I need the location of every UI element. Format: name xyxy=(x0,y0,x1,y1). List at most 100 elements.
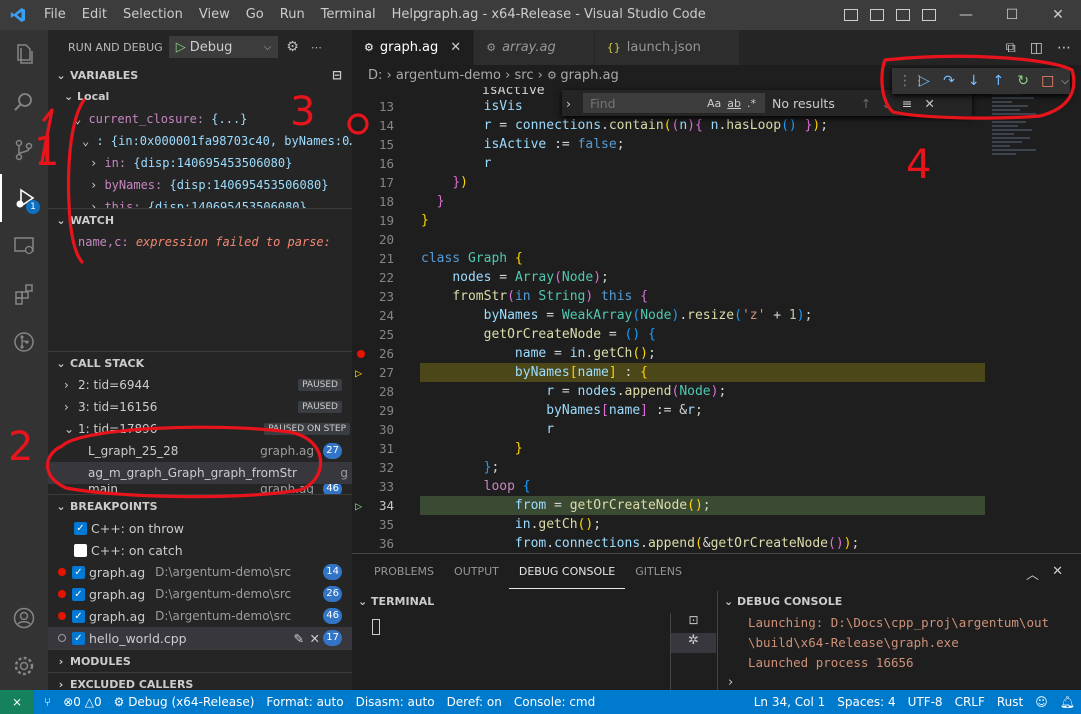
close-icon[interactable]: ✕ xyxy=(1035,0,1081,30)
close-panel-icon[interactable]: ✕ xyxy=(1052,564,1063,579)
stack-frame[interactable]: ag_m_graph_Graph_graph_fromStr g xyxy=(48,462,352,484)
step-out-icon[interactable]: ↑ xyxy=(986,73,1011,89)
restart-icon[interactable]: ↻ xyxy=(1011,73,1036,89)
debug-config-status[interactable]: ⚙ Debug (x64-Release) xyxy=(108,695,261,709)
breakpoint-item[interactable]: C++: on catch xyxy=(48,539,352,561)
variable-row[interactable]: ⌄ current_closure: {...} xyxy=(48,108,352,130)
account-icon[interactable] xyxy=(0,594,48,642)
menu-go[interactable]: Go xyxy=(238,0,272,30)
more-actions-icon[interactable]: ⋯ xyxy=(1057,40,1071,56)
match-whole-word-icon[interactable]: ab xyxy=(727,97,741,110)
breadcrumb-item[interactable]: graph.ag xyxy=(560,68,618,83)
cursor-position[interactable]: Ln 34, Col 1 xyxy=(748,695,832,709)
match-case-icon[interactable]: Aa xyxy=(707,97,721,110)
find-in-selection-icon[interactable]: ≡ xyxy=(902,96,912,111)
watch-expression[interactable]: name,c: expression failed to parse: xyxy=(48,231,352,351)
tab-launch-json[interactable]: {} launch.json xyxy=(594,30,740,65)
step-over-icon[interactable]: ↷ xyxy=(937,73,962,89)
breakpoint-dot-icon[interactable] xyxy=(357,350,365,358)
breadcrumb-item[interactable]: src xyxy=(515,68,534,83)
debug-config-select[interactable]: ▷ Debug ⌵ xyxy=(168,36,279,58)
menu-terminal[interactable]: Terminal xyxy=(313,0,384,30)
checkbox-checked[interactable]: ✓ xyxy=(72,609,85,623)
tab-debug-console[interactable]: DEBUG CONSOLE xyxy=(508,554,626,589)
collapse-all-icon[interactable]: ⊟ xyxy=(332,68,342,82)
stop-icon[interactable]: □ xyxy=(1035,73,1060,89)
modules-section-header[interactable]: › MODULES xyxy=(48,650,352,672)
eol-status[interactable]: CRLF xyxy=(949,695,991,709)
remote-indicator-icon[interactable]: ⨯ xyxy=(0,690,34,714)
continue-icon[interactable]: ▷ xyxy=(912,73,937,89)
powershell-icon[interactable]: ⊡ xyxy=(671,613,716,633)
feedback-icon[interactable]: ☺ xyxy=(1029,695,1054,709)
maximize-icon[interactable]: ☐ xyxy=(989,0,1035,30)
checkbox-checked[interactable]: ✓ xyxy=(74,521,87,535)
thread-row[interactable]: › 2: tid=6944 PAUSED xyxy=(48,374,352,396)
variables-section-header[interactable]: ⌄ VARIABLES ⊟ xyxy=(48,64,352,86)
tab-gitlens[interactable]: GITLENS xyxy=(625,554,692,589)
menu-run[interactable]: Run xyxy=(272,0,313,30)
watch-section-header[interactable]: ⌄ WATCH xyxy=(48,209,352,231)
language-mode[interactable]: Rust xyxy=(991,695,1029,709)
format-status[interactable]: Format: auto xyxy=(260,695,349,709)
source-control-icon[interactable] xyxy=(0,126,48,174)
variable-row[interactable]: › in: {disp:140695453506080} xyxy=(48,152,352,174)
deref-status[interactable]: Deref: on xyxy=(441,695,508,709)
breakpoint-item[interactable]: ✓ graph.ag D:\argentum-demo\src 46 xyxy=(48,605,352,627)
checkbox-checked[interactable]: ✓ xyxy=(72,587,85,601)
breakpoint-item[interactable]: ✓ hello_world.cpp ✎ ✕ 17 xyxy=(48,627,352,649)
breakpoints-section-header[interactable]: ⌄ BREAKPOINTS xyxy=(48,495,352,517)
variable-row[interactable]: › this: {disp:140695453506080} xyxy=(48,196,352,208)
debug-console-header[interactable]: ⌄ DEBUG CONSOLE xyxy=(718,591,1081,613)
more-actions-icon[interactable]: ⋯ xyxy=(311,41,322,54)
run-and-debug-icon[interactable]: 1 xyxy=(0,174,48,222)
checkbox-checked[interactable]: ✓ xyxy=(72,631,85,645)
menu-view[interactable]: View xyxy=(191,0,238,30)
terminal-header[interactable]: ⌄ TERMINAL xyxy=(352,591,670,613)
minimize-icon[interactable]: — xyxy=(943,0,989,30)
search-icon[interactable] xyxy=(0,78,48,126)
excluded-callers-section-header[interactable]: › EXCLUDED CALLERS xyxy=(48,673,352,691)
scope-local[interactable]: ⌄ Local xyxy=(48,86,352,108)
toggle-primary-sidebar-icon[interactable] xyxy=(844,9,858,21)
breakpoint-item[interactable]: ✓ graph.ag D:\argentum-demo\src 14 xyxy=(48,561,352,583)
menu-selection[interactable]: Selection xyxy=(115,0,191,30)
thread-row[interactable]: ⌄ 1: tid=17896 PAUSED ON STEP xyxy=(48,418,352,440)
tab-graph-ag[interactable]: ⚙ graph.ag ✕ xyxy=(352,30,475,65)
stack-frame[interactable]: L_graph_25_28 graph.ag 27 xyxy=(48,440,352,462)
tab-array-ag[interactable]: ⚙ array.ag xyxy=(474,30,595,65)
extensions-icon[interactable] xyxy=(0,270,48,318)
chevron-down-icon[interactable]: ⌵ xyxy=(1060,76,1070,87)
toggle-replace-chevron-icon[interactable]: › xyxy=(566,96,571,111)
checkbox-unchecked[interactable] xyxy=(74,543,87,557)
thread-row[interactable]: › 3: tid=16156 PAUSED xyxy=(48,396,352,418)
debug-bug-icon[interactable]: ✲ xyxy=(671,633,716,653)
drag-handle-icon[interactable]: ⋮⋮ xyxy=(898,73,926,89)
manage-gear-icon[interactable] xyxy=(0,642,48,690)
variable-row[interactable]: › byNames: {disp:140695453506080} xyxy=(48,174,352,196)
open-changes-icon[interactable]: ⧉ xyxy=(1006,40,1016,56)
toggle-panel-icon[interactable] xyxy=(870,9,884,21)
debug-console-pane[interactable]: ⌄ DEBUG CONSOLE Launching: D:\Docs\cpp_p… xyxy=(717,591,1081,691)
problems-indicator[interactable]: ⊗0 △0 xyxy=(57,695,107,709)
split-editor-icon[interactable]: ◫ xyxy=(1030,40,1043,56)
git-graph-icon[interactable]: ⑂ xyxy=(38,695,57,709)
stack-frame[interactable]: main graph.ag 46 xyxy=(48,484,352,494)
open-launch-json-gear-icon[interactable]: ⚙ xyxy=(286,39,299,55)
code-editor[interactable]: isActive 13 isVis 14 r = connections.con… xyxy=(352,87,1081,553)
breadcrumb-item[interactable]: argentum-demo xyxy=(396,68,501,83)
terminal-pane[interactable]: ⌄ TERMINAL xyxy=(352,591,670,691)
encoding-status[interactable]: UTF-8 xyxy=(902,695,949,709)
start-debugging-icon[interactable]: ▷ xyxy=(176,40,186,55)
previous-match-icon[interactable]: ↑ xyxy=(861,96,871,111)
maximize-panel-chevron-icon[interactable]: ︿ xyxy=(1026,564,1039,583)
edit-pencil-icon[interactable]: ✎ xyxy=(294,631,304,646)
minimap[interactable] xyxy=(992,93,1052,193)
remove-breakpoint-icon[interactable]: ✕ xyxy=(310,631,320,646)
call-stack-section-header[interactable]: ⌄ CALL STACK xyxy=(48,352,352,374)
tab-output[interactable]: OUTPUT xyxy=(444,554,509,589)
breadcrumb-item[interactable]: D: xyxy=(368,68,382,83)
menu-file[interactable]: File xyxy=(36,0,74,30)
close-icon[interactable]: ✕ xyxy=(450,40,461,55)
console-status[interactable]: Console: cmd xyxy=(508,695,601,709)
